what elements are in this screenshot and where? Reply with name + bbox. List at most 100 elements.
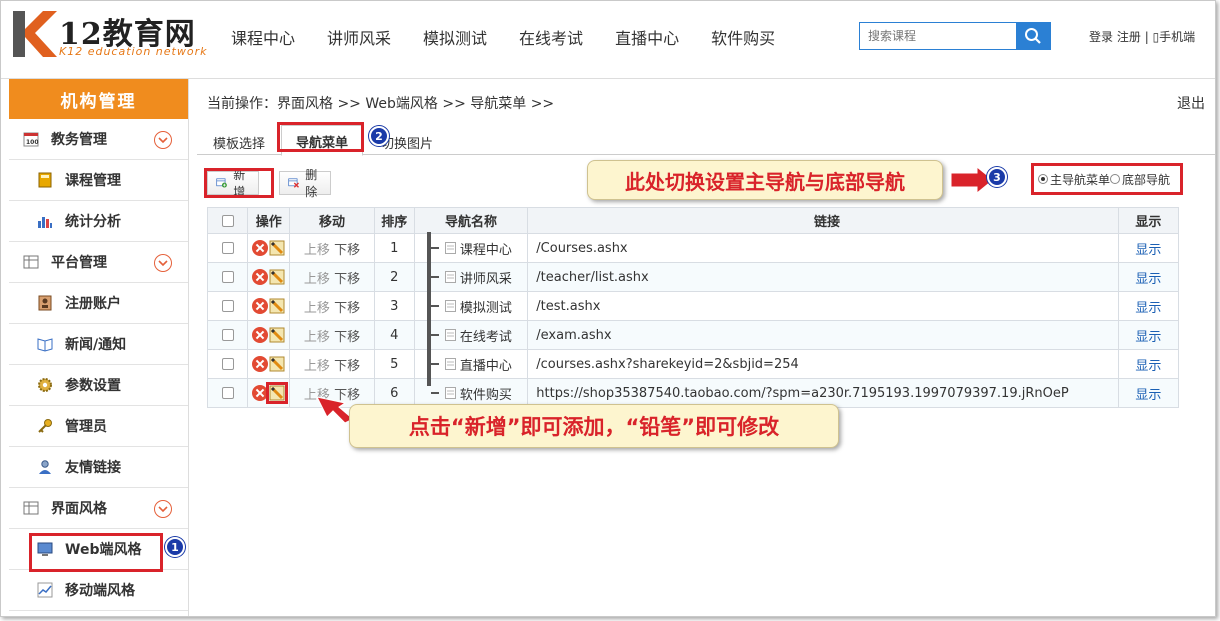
radio-footer-nav[interactable]: [1110, 174, 1121, 184]
document-icon: [444, 358, 456, 370]
row-order: 5: [373, 349, 415, 379]
pencil-icon[interactable]: [269, 269, 285, 285]
move-up-link[interactable]: 上移: [304, 301, 330, 316]
row-order: 3: [373, 291, 415, 321]
nav-item-courses[interactable]: 课程中心: [231, 25, 295, 49]
row-nav-name-cell: 在线考试: [413, 320, 529, 350]
nav-item-live[interactable]: 直播中心: [615, 25, 679, 49]
login-link[interactable]: 登录: [1089, 30, 1113, 44]
search-icon: [1025, 28, 1041, 44]
callout-add-edit: 点击“新增”即可添加，“铅笔”即可修改: [349, 404, 839, 448]
show-toggle-link[interactable]: 显示: [1135, 243, 1161, 258]
move-down-link[interactable]: 下移: [334, 359, 360, 374]
sidebar-item-mobile-style[interactable]: 移动端风格: [9, 570, 188, 611]
select-all-checkbox[interactable]: [221, 214, 234, 227]
move-down-link[interactable]: 下移: [334, 272, 360, 287]
row-nav-name: 直播中心: [459, 358, 512, 374]
move-down-link[interactable]: 下移: [334, 301, 360, 316]
key-icon: [38, 419, 52, 433]
delete-icon[interactable]: [252, 356, 269, 372]
move-up-link[interactable]: 上移: [304, 359, 330, 374]
delete-icon[interactable]: [252, 327, 269, 343]
sidebar-item-course-management[interactable]: 课程管理: [9, 160, 188, 201]
sidebar-item-web-style[interactable]: Web端风格: [9, 529, 188, 572]
tab-template-select[interactable]: 模板选择: [213, 133, 265, 152]
show-toggle-link[interactable]: 显示: [1135, 301, 1161, 316]
pencil-icon[interactable]: [269, 298, 285, 314]
sidebar-item-statistics[interactable]: 统计分析: [9, 201, 188, 242]
delete-icon[interactable]: [252, 269, 269, 285]
delete-button[interactable]: 删除: [279, 168, 332, 199]
row-checkbox[interactable]: [221, 242, 234, 254]
search-input[interactable]: [860, 23, 1015, 49]
sidebar-item-admin[interactable]: 管理员: [9, 406, 188, 447]
row-link: /exam.ashx: [527, 320, 1119, 350]
sidebar-item-news[interactable]: 新闻/通知: [9, 324, 188, 365]
row-nav-name: 讲师风采: [459, 271, 512, 287]
sidebar-item-register-account[interactable]: 注册账户: [9, 283, 188, 324]
row-checkbox[interactable]: [221, 271, 234, 283]
pencil-icon[interactable]: [269, 240, 285, 256]
nav-item-software[interactable]: 软件购买: [711, 25, 775, 49]
row-checkbox[interactable]: [221, 329, 234, 341]
move-up-link[interactable]: 上移: [304, 330, 330, 345]
sidebar-item-label: 友情链接: [65, 460, 121, 476]
tree-branch: [430, 392, 439, 394]
table-row: 上移 下移 3 模拟测试/test.ashx 显示: [206, 291, 1180, 321]
table-row: 上移 下移 5 直播中心/courses.ashx?sharekeyid=2&sbj…: [206, 349, 1180, 379]
sidebar-group-academic[interactable]: 100 教务管理: [9, 119, 188, 160]
sidebar-group-label: 教务管理: [51, 132, 107, 148]
delete-button-label: 删除: [305, 168, 318, 199]
row-nav-name-cell: 直播中心: [413, 349, 529, 379]
table-body: 上移 下移 1 课程中心/Courses.ashx 显示 上移 下移 2 讲师风采/teac…: [206, 233, 1180, 408]
pencil-icon[interactable]: [269, 356, 285, 372]
nav-item-mock-test[interactable]: 模拟测试: [423, 25, 487, 49]
chevron-down-icon[interactable]: [154, 131, 172, 149]
link-separator: |: [1144, 30, 1149, 44]
show-toggle-link[interactable]: 显示: [1135, 330, 1161, 345]
sidebar-item-label: 统计分析: [65, 214, 121, 230]
search-button[interactable]: [1016, 23, 1050, 49]
sidebar-title: 机构管理: [9, 79, 188, 119]
row-nav-name: 在线考试: [459, 329, 512, 345]
move-up-link[interactable]: 上移: [304, 272, 330, 287]
row-actions-cell: [247, 262, 291, 292]
nav-item-teachers[interactable]: 讲师风采: [327, 25, 391, 49]
delete-icon[interactable]: [252, 298, 269, 314]
site-logo[interactable]: 12教育网 K12 education network: [9, 7, 209, 63]
show-toggle-link[interactable]: 显示: [1135, 388, 1161, 403]
row-checkbox[interactable]: [221, 358, 234, 370]
gear-icon: [38, 378, 52, 392]
logout-link[interactable]: 退出: [1177, 93, 1205, 113]
move-up-link[interactable]: 上移: [304, 243, 330, 258]
register-link[interactable]: 注册: [1117, 30, 1141, 44]
sidebar-group-platform[interactable]: 平台管理: [9, 242, 188, 283]
mobile-link[interactable]: ▯手机端: [1153, 30, 1196, 44]
show-toggle-link[interactable]: 显示: [1135, 359, 1161, 374]
header-order: 排序: [373, 207, 415, 234]
move-down-link[interactable]: 下移: [334, 243, 360, 258]
pencil-icon[interactable]: [266, 382, 289, 404]
sidebar-item-label: 注册账户: [65, 296, 121, 312]
sidebar-group-interface-style[interactable]: 界面风格: [9, 488, 188, 529]
delete-icon[interactable]: [252, 240, 269, 256]
tree-branch: [430, 276, 439, 278]
sidebar-item-settings[interactable]: 参数设置: [9, 365, 188, 406]
step-badge-1: 1: [165, 537, 185, 557]
move-down-link[interactable]: 下移: [334, 330, 360, 345]
row-checkbox[interactable]: [221, 387, 234, 399]
chevron-down-icon[interactable]: [154, 500, 172, 518]
row-select-cell: [206, 349, 249, 379]
chevron-down-icon[interactable]: [154, 254, 172, 272]
show-toggle-link[interactable]: 显示: [1135, 272, 1161, 287]
radio-main-nav[interactable]: [1038, 174, 1048, 184]
highlight-box-edit: [266, 382, 289, 404]
tree-branch: [430, 363, 439, 365]
tree-branch: [430, 247, 439, 249]
row-checkbox[interactable]: [221, 300, 234, 312]
sidebar-item-label: Web端风格: [65, 542, 142, 558]
pencil-icon[interactable]: [269, 327, 285, 343]
nav-item-online-exam[interactable]: 在线考试: [519, 25, 583, 49]
row-move-cell: 上移 下移: [289, 262, 375, 292]
sidebar-item-friend-links[interactable]: 友情链接: [9, 447, 188, 488]
